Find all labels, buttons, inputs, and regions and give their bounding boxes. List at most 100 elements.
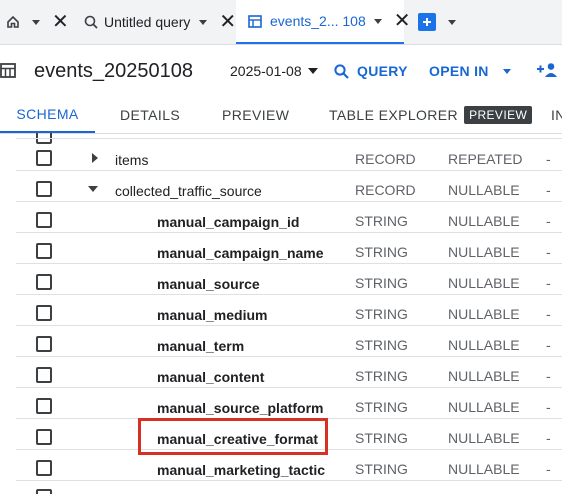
chevron-down-icon[interactable] — [199, 19, 208, 25]
close-icon[interactable]: ✕ — [394, 11, 411, 31]
field-mode: NULLABLE — [448, 182, 520, 198]
field-mode: NULLABLE — [448, 306, 520, 322]
tab-schema-label: SCHEMA — [16, 105, 79, 122]
row-checkbox[interactable] — [36, 150, 52, 166]
tab-table-explorer[interactable]: TABLE EXPLORER PREVIEW — [329, 96, 533, 133]
tab-insights[interactable]: IN — [551, 96, 562, 133]
field-mode: NULLABLE — [448, 244, 520, 260]
field-description: - — [546, 275, 551, 291]
table-row: manual_term STRING NULLABLE - — [0, 326, 562, 357]
row-checkbox[interactable] — [36, 489, 52, 494]
close-icon[interactable]: ✕ — [52, 12, 69, 32]
tab-label: Untitled query — [104, 14, 191, 30]
schema-table: items RECORD REPEATED - collected_traffi… — [0, 133, 562, 494]
field-mode: NULLABLE — [448, 461, 520, 477]
row-checkbox[interactable] — [36, 274, 52, 290]
table-row: manual_creative_format STRING NULLABLE - — [0, 419, 562, 450]
table-row — [0, 133, 562, 144]
table-row: manual_source_platform STRING NULLABLE - — [0, 388, 562, 419]
field-description: - — [546, 213, 551, 229]
table-header: events_20250108 2025-01-08 QUERY OPEN IN — [0, 44, 562, 96]
field-type: STRING — [355, 461, 408, 477]
field-name: manual_campaign_id — [157, 214, 300, 230]
row-checkbox[interactable] — [36, 336, 52, 352]
field-name: manual_medium — [157, 307, 268, 323]
row-checkbox[interactable] — [36, 181, 52, 197]
section-tabs: SCHEMA DETAILS PREVIEW TABLE EXPLORER PR… — [0, 96, 562, 134]
editor-tab-bar: ✕ Untitled query ✕ events_2... 108 ✕ — [0, 0, 562, 45]
tab-details[interactable]: DETAILS — [120, 96, 180, 133]
field-name: manual_marketing_tactic — [157, 462, 326, 478]
collapse-icon[interactable] — [88, 186, 98, 192]
field-description: - — [546, 306, 551, 322]
row-divider — [16, 138, 562, 139]
open-in-label: OPEN IN — [429, 63, 489, 79]
table-row: collected_traffic_source RECORD NULLABLE… — [0, 171, 562, 202]
search-icon — [334, 63, 349, 79]
table-icon — [0, 63, 16, 78]
field-name: manual_creative_format — [157, 431, 319, 447]
table-row: manual_campaign_name STRING NULLABLE - — [0, 233, 562, 264]
tab-table-explorer-label: TABLE EXPLORER — [329, 106, 459, 123]
field-name: manual_source — [157, 276, 260, 292]
tab-events-table[interactable]: events_2... 108 ✕ — [236, 0, 411, 44]
table-row: manual_source STRING NULLABLE - — [0, 264, 562, 295]
query-button[interactable]: QUERY — [334, 63, 408, 79]
field-description: - — [546, 461, 551, 477]
tab-label: events_2... 108 — [270, 13, 366, 29]
close-icon[interactable]: ✕ — [219, 12, 236, 32]
home-icon — [6, 15, 20, 29]
field-type: STRING — [355, 368, 408, 384]
row-checkbox[interactable] — [36, 243, 52, 259]
date-selector[interactable]: 2025-01-08 — [230, 63, 318, 79]
field-type: STRING — [355, 275, 408, 291]
table-row: manual_medium STRING NULLABLE - — [0, 295, 562, 326]
field-mode: NULLABLE — [448, 399, 520, 415]
field-type: STRING — [355, 306, 408, 322]
table-icon — [248, 14, 262, 28]
field-description: - — [546, 368, 551, 384]
share-icon[interactable] — [536, 62, 558, 78]
chevron-down-icon[interactable] — [32, 19, 40, 25]
preview-badge: PREVIEW — [464, 105, 533, 124]
field-mode: REPEATED — [448, 151, 523, 167]
field-mode: NULLABLE — [448, 337, 520, 353]
field-name: manual_source_platform — [157, 400, 324, 416]
field-type: STRING — [355, 430, 408, 446]
row-checkbox[interactable] — [36, 305, 52, 321]
field-type: RECORD — [355, 182, 416, 198]
table-row: items RECORD REPEATED - — [0, 140, 562, 171]
row-checkbox[interactable] — [36, 460, 52, 476]
field-type: STRING — [355, 337, 408, 353]
field-type: RECORD — [355, 151, 416, 167]
field-mode: NULLABLE — [448, 430, 520, 446]
field-mode: NULLABLE — [448, 368, 520, 384]
new-tab-control — [412, 0, 472, 44]
field-mode: NULLABLE — [448, 213, 520, 229]
row-checkbox[interactable] — [36, 212, 52, 228]
tab-home[interactable]: ✕ — [4, 0, 69, 44]
tab-insights-label: IN — [551, 106, 562, 123]
tab-preview-label: PREVIEW — [222, 106, 290, 123]
chevron-down-icon — [307, 68, 318, 74]
tab-untitled-query[interactable]: Untitled query ✕ — [80, 0, 236, 44]
add-tab-icon[interactable] — [418, 13, 436, 31]
chevron-down-icon[interactable] — [373, 18, 382, 24]
field-mode: NULLABLE — [448, 275, 520, 291]
row-checkbox[interactable] — [36, 398, 52, 414]
open-in-button[interactable]: OPEN IN — [429, 63, 511, 79]
field-name: manual_content — [157, 369, 265, 385]
table-row: manual_marketing_tactic STRING NULLABLE … — [0, 450, 562, 481]
field-description: - — [546, 151, 551, 167]
field-description: - — [546, 182, 551, 198]
row-checkbox[interactable] — [36, 367, 52, 383]
row-checkbox[interactable] — [36, 429, 52, 445]
field-name: manual_term — [157, 338, 245, 354]
field-name: collected_traffic_source — [115, 183, 262, 199]
table-row: manual_content STRING NULLABLE - — [0, 357, 562, 388]
tab-preview[interactable]: PREVIEW — [222, 96, 289, 133]
tab-schema[interactable]: SCHEMA — [0, 96, 95, 133]
expand-icon[interactable] — [92, 153, 98, 163]
chevron-down-icon[interactable] — [448, 19, 456, 25]
page-title: events_20250108 — [34, 60, 194, 82]
